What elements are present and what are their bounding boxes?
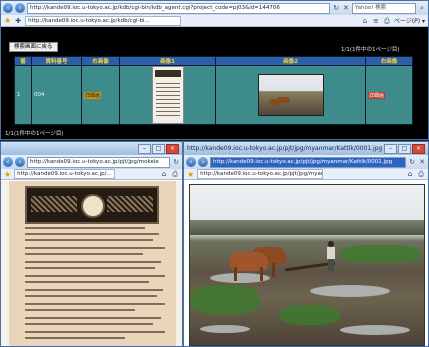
back-arrow-icon[interactable]: ‹ (3, 3, 13, 13)
page-info-bottom: 1/1(1件中の1ページ目) (5, 131, 64, 137)
detail-cell-right: 詳細画 (365, 65, 413, 125)
photo-view (184, 181, 428, 346)
home-icon[interactable]: ⌂ (406, 170, 414, 178)
table-header-row: 番 資料番号 右画像 画像1 画像2 右画像 (14, 56, 413, 66)
image2-cell (215, 65, 366, 125)
detail-link-right[interactable]: 詳細画 (368, 91, 386, 99)
maximize-icon[interactable]: □ (152, 143, 165, 154)
address-bar[interactable]: http://kande09.ioc.u-tokyo.ac.jp/pjt/jpg… (27, 156, 170, 168)
col-header: 資料番号 (31, 56, 82, 66)
ornament-icon (81, 194, 105, 218)
row-number: 1 (14, 65, 32, 125)
col-header: 画像1 (119, 56, 216, 66)
home-icon[interactable]: ⌂ (160, 170, 168, 178)
address-bar[interactable]: http://kande09.ioc.u-tokyo.ac.jp/pjt/jpg… (210, 156, 406, 168)
document-thumbnail[interactable] (151, 66, 184, 124)
photo-thumbnail[interactable] (257, 74, 324, 116)
browser-tab[interactable]: http://kande09.ioc.u-tokyo.ac.jp/kdb/cgi… (25, 15, 182, 26)
col-header: 右画像 (365, 56, 413, 66)
nav-bar: ‹ › http://kande09.ioc.u-tokyo.ac.jp/pjt… (1, 155, 182, 169)
back-arrow-icon[interactable]: ‹ (3, 157, 13, 167)
photo-browser-window: http://kande09.ioc.u-tokyo.ac.jp/pjt/jpg… (183, 141, 429, 347)
browser-tab[interactable]: http://kande09.ioc.u-tokyo.ac.jp/... (14, 169, 116, 179)
forward-arrow-icon[interactable]: › (198, 157, 208, 167)
title-bar: http://kande09.ioc.u-tokyo.ac.jp/pjt/jpg… (184, 142, 428, 155)
refresh-icon[interactable]: ↻ (408, 158, 416, 166)
close-icon[interactable]: × (166, 143, 179, 154)
col-header: 画像2 (215, 56, 366, 66)
print-icon[interactable]: ⎙ (383, 17, 391, 25)
page-info-top: 1/1(1件中の1ページ目) (341, 47, 400, 53)
farmer (326, 241, 336, 271)
browser-tab[interactable]: http://kande09.ioc.u-tokyo.ac.jp/pjt/jpg… (197, 169, 324, 179)
image1-cell (119, 65, 216, 125)
page-menu[interactable]: ページ(P) ▾ (394, 16, 425, 25)
print-icon[interactable]: ⎙ (171, 170, 179, 178)
favorites-star-icon[interactable]: ★ (4, 170, 11, 179)
back-to-search-button[interactable]: 検索画面に戻る (9, 42, 58, 52)
home-icon[interactable]: ⌂ (361, 17, 369, 25)
results-page: 検索画面に戻る 1/1(1件中の1ページ目) 番 資料番号 右画像 画像1 画像… (1, 40, 428, 139)
decorative-header-band (25, 186, 159, 224)
refresh-icon[interactable]: ↻ (332, 4, 340, 12)
add-favorites-icon[interactable]: ✚ (14, 17, 22, 25)
print-icon[interactable]: ⎙ (417, 170, 425, 178)
minimize-icon[interactable]: – (384, 143, 397, 154)
document-image-view (1, 181, 182, 346)
table-row: 1 004 詳細画 詳細画 (14, 65, 413, 125)
field-photo (189, 184, 425, 346)
back-arrow-icon[interactable]: ‹ (186, 157, 196, 167)
nav-bar: ‹ › http://kande09.ioc.u-tokyo.ac.jp/pjt… (184, 155, 428, 169)
results-table: 番 資料番号 右画像 画像1 画像2 右画像 1 004 詳細画 詳細画 (14, 56, 413, 125)
search-input[interactable]: Yahoo! 検索 (352, 2, 416, 14)
command-bar: ★ http://kande09.ioc.u-tokyo.ac.jp/pjt/j… (184, 169, 428, 180)
window-title: http://kande09.ioc.u-tokyo.ac.jp/pjt/jpg… (187, 145, 384, 152)
maximize-icon[interactable]: □ (398, 143, 411, 154)
col-header: 右画像 (81, 56, 120, 66)
refresh-icon[interactable]: ↻ (172, 158, 180, 166)
nav-bar: ‹ › http://kande09.ioc.u-tokyo.ac.jp/kdb… (1, 1, 428, 15)
minimize-icon[interactable]: – (138, 143, 151, 154)
address-bar[interactable]: http://kande09.ioc.u-tokyo.ac.jp/kdb/cgi… (27, 2, 330, 14)
stop-icon[interactable]: ✕ (418, 158, 426, 166)
forward-arrow-icon[interactable]: › (15, 3, 25, 13)
col-header: 番 (14, 56, 32, 66)
manuscript-image (9, 181, 176, 346)
stop-icon[interactable]: ✕ (342, 4, 350, 12)
document-browser-window: – □ × ‹ › http://kande09.ioc.u-tokyo.ac.jp… (0, 141, 183, 347)
title-bar: – □ × (1, 142, 182, 155)
favorites-star-icon[interactable]: ★ (187, 170, 194, 179)
detail-link-left[interactable]: 詳細画 (84, 91, 102, 99)
detail-cell-left: 詳細画 (81, 65, 120, 125)
close-icon[interactable]: × (412, 143, 425, 154)
forward-arrow-icon[interactable]: › (15, 157, 25, 167)
feeds-icon[interactable]: ≡ (372, 17, 380, 25)
results-browser-window: ‹ › http://kande09.ioc.u-tokyo.ac.jp/kdb… (0, 0, 429, 140)
favorites-star-icon[interactable]: ★ (4, 16, 11, 25)
search-icon[interactable]: ⌕ (418, 4, 426, 12)
command-bar: ★ ✚ http://kande09.ioc.u-tokyo.ac.jp/kdb… (1, 15, 428, 27)
document-id: 004 (31, 65, 82, 125)
command-bar: ★ http://kande09.ioc.u-tokyo.ac.jp/... ⌂… (1, 169, 182, 180)
